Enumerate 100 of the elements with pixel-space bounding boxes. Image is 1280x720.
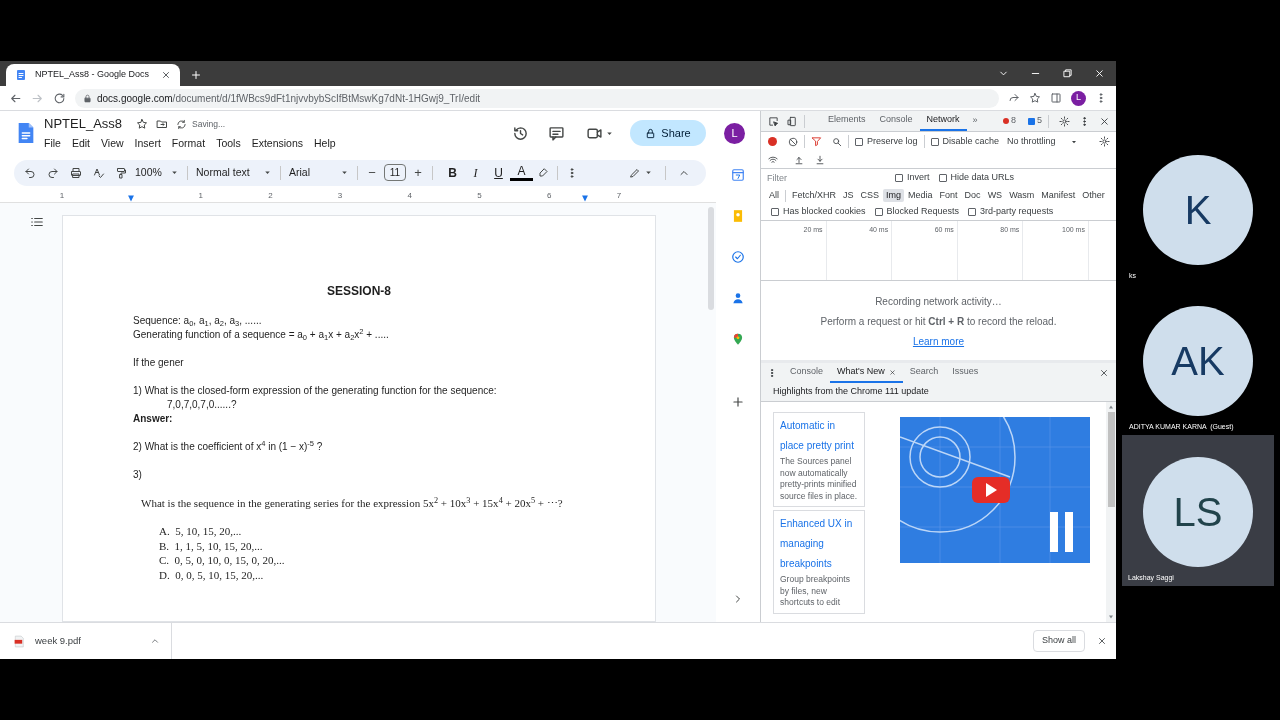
type-filter[interactable]: JS bbox=[840, 188, 857, 203]
checkbox[interactable] bbox=[895, 174, 903, 182]
type-filter[interactable]: Media bbox=[905, 188, 936, 203]
share-icon[interactable] bbox=[1008, 92, 1020, 104]
undo-icon[interactable] bbox=[24, 166, 36, 179]
menu-item[interactable]: Help bbox=[314, 135, 336, 152]
checkbox[interactable] bbox=[855, 137, 863, 146]
menu-item[interactable]: File bbox=[44, 135, 61, 152]
message-count[interactable]: 5 bbox=[1028, 114, 1042, 128]
scroll-down-icon[interactable] bbox=[1108, 614, 1114, 620]
menu-item[interactable]: Format bbox=[171, 135, 206, 152]
scrollbar-thumb[interactable] bbox=[708, 207, 714, 310]
feature-card[interactable]: Enhanced UX in managing breakpoints Group breakpoints by files, new shortcuts to edit bbox=[773, 510, 865, 614]
checkbox[interactable] bbox=[930, 137, 939, 146]
search-icon[interactable] bbox=[832, 136, 842, 147]
drawer-tab[interactable]: Console bbox=[783, 363, 831, 383]
close-icon[interactable] bbox=[1097, 636, 1107, 646]
paint-format-icon[interactable] bbox=[115, 166, 127, 179]
redo-icon[interactable] bbox=[47, 166, 59, 179]
card-title[interactable]: Automatic in place pretty print bbox=[780, 416, 858, 456]
error-count[interactable]: 8 bbox=[1002, 114, 1016, 128]
type-filter[interactable]: WS bbox=[984, 188, 1006, 203]
style-dropdown[interactable]: Normal text bbox=[196, 164, 272, 181]
device-icon[interactable] bbox=[787, 115, 798, 127]
bold-button[interactable]: B bbox=[441, 163, 464, 182]
move-folder-icon[interactable] bbox=[156, 118, 169, 131]
increase-font-size-button[interactable]: + bbox=[412, 162, 424, 183]
document-title[interactable]: NPTEL_Ass8 bbox=[44, 114, 123, 134]
inspect-icon[interactable] bbox=[768, 115, 779, 127]
download-file-name[interactable]: week 9.pdf bbox=[35, 633, 141, 649]
menu-item[interactable]: Extensions bbox=[251, 135, 303, 152]
type-filter[interactable]: All bbox=[766, 188, 782, 203]
underline-button[interactable]: U bbox=[487, 163, 510, 182]
type-filter[interactable]: Other bbox=[1079, 188, 1108, 203]
ruler[interactable]: 1 1 2 3 4 5 6 7 bbox=[0, 190, 716, 203]
more-tabs-button[interactable]: » bbox=[972, 114, 978, 128]
devtools-tab[interactable]: Console bbox=[872, 111, 920, 131]
contacts-icon[interactable] bbox=[731, 291, 745, 305]
font-size-field[interactable]: 11 bbox=[384, 164, 406, 181]
menu-item[interactable]: View bbox=[101, 135, 124, 152]
pdf-file-icon[interactable] bbox=[13, 634, 26, 648]
show-all-button[interactable]: Show all bbox=[1032, 630, 1085, 652]
add-icon[interactable] bbox=[731, 395, 745, 409]
calendar-icon[interactable] bbox=[731, 168, 745, 182]
font-dropdown[interactable]: Arial bbox=[289, 164, 349, 181]
checkbox[interactable] bbox=[874, 208, 883, 216]
feature-card[interactable]: Automatic in place pretty print The Sources panel now automatically pretty-prints minified source files in place. bbox=[773, 412, 865, 507]
menu-item[interactable]: Insert bbox=[134, 135, 161, 152]
reload-icon[interactable] bbox=[53, 91, 66, 105]
browser-tab[interactable]: NPTEL_Ass8 - Google Docs bbox=[6, 64, 180, 86]
menu-item[interactable]: Tools bbox=[216, 135, 241, 152]
devtools-tab[interactable]: Elements bbox=[821, 111, 873, 131]
type-filter[interactable]: Img bbox=[883, 188, 905, 203]
map-pin-icon[interactable] bbox=[731, 332, 745, 346]
tasks-icon[interactable] bbox=[731, 250, 745, 264]
side-panel-icon[interactable] bbox=[1050, 92, 1062, 104]
account-avatar[interactable]: L bbox=[724, 122, 745, 144]
type-filter[interactable]: Font bbox=[936, 188, 961, 203]
text-color-button[interactable]: A bbox=[510, 164, 533, 181]
bookmark-star-icon[interactable] bbox=[1029, 92, 1041, 104]
profile-avatar[interactable]: L bbox=[1071, 90, 1086, 106]
scrollbar-thumb[interactable] bbox=[1107, 412, 1115, 507]
type-filter[interactable]: CSS bbox=[857, 188, 883, 203]
editing-mode-button[interactable] bbox=[629, 166, 653, 179]
upload-icon[interactable] bbox=[794, 154, 804, 165]
checkbox[interactable] bbox=[968, 208, 977, 216]
history-icon[interactable] bbox=[512, 124, 529, 142]
star-icon[interactable] bbox=[136, 118, 149, 131]
throttling-dropdown[interactable]: No throttling bbox=[1007, 134, 1078, 149]
settings-icon[interactable] bbox=[1059, 115, 1070, 127]
learn-more-link[interactable]: Learn more bbox=[912, 336, 965, 348]
comment-icon[interactable] bbox=[548, 124, 565, 142]
outline-icon[interactable] bbox=[30, 215, 44, 229]
filter-icon[interactable] bbox=[811, 136, 822, 147]
menu-item[interactable]: Edit bbox=[71, 135, 90, 152]
share-button[interactable]: Share bbox=[630, 120, 706, 146]
type-filter[interactable]: Doc bbox=[961, 188, 984, 203]
caret-up-icon[interactable] bbox=[150, 636, 160, 646]
drawer-tab[interactable]: Issues bbox=[945, 363, 986, 383]
type-filter[interactable]: Fetch/XHR bbox=[789, 188, 840, 203]
close-icon[interactable] bbox=[1094, 68, 1105, 79]
network-conditions-icon[interactable] bbox=[768, 154, 778, 165]
type-filter[interactable]: Manifest bbox=[1038, 188, 1079, 203]
settings-icon[interactable] bbox=[1099, 136, 1110, 147]
scroll-up-icon[interactable] bbox=[1108, 404, 1114, 410]
spellcheck-icon[interactable] bbox=[93, 166, 105, 179]
clear-icon[interactable] bbox=[788, 136, 798, 147]
checkbox[interactable] bbox=[938, 174, 947, 182]
close-icon[interactable] bbox=[1099, 368, 1109, 378]
italic-button[interactable]: I bbox=[464, 163, 487, 182]
close-icon[interactable] bbox=[1099, 115, 1110, 127]
print-icon[interactable] bbox=[70, 166, 82, 179]
checkbox[interactable] bbox=[771, 208, 779, 216]
download-icon[interactable] bbox=[815, 154, 825, 165]
address-bar[interactable]: docs.google.com/document/d/1fWBcs9dFt1njvvbybScIfBtMswKg7dNt-1HGwj9_TrI/edit bbox=[75, 88, 999, 108]
new-tab-icon[interactable] bbox=[190, 69, 202, 81]
record-button[interactable] bbox=[768, 137, 777, 146]
decrease-font-size-button[interactable]: − bbox=[366, 162, 378, 183]
zoom-dropdown[interactable]: 100% bbox=[135, 164, 179, 181]
restore-icon[interactable] bbox=[1062, 68, 1073, 79]
